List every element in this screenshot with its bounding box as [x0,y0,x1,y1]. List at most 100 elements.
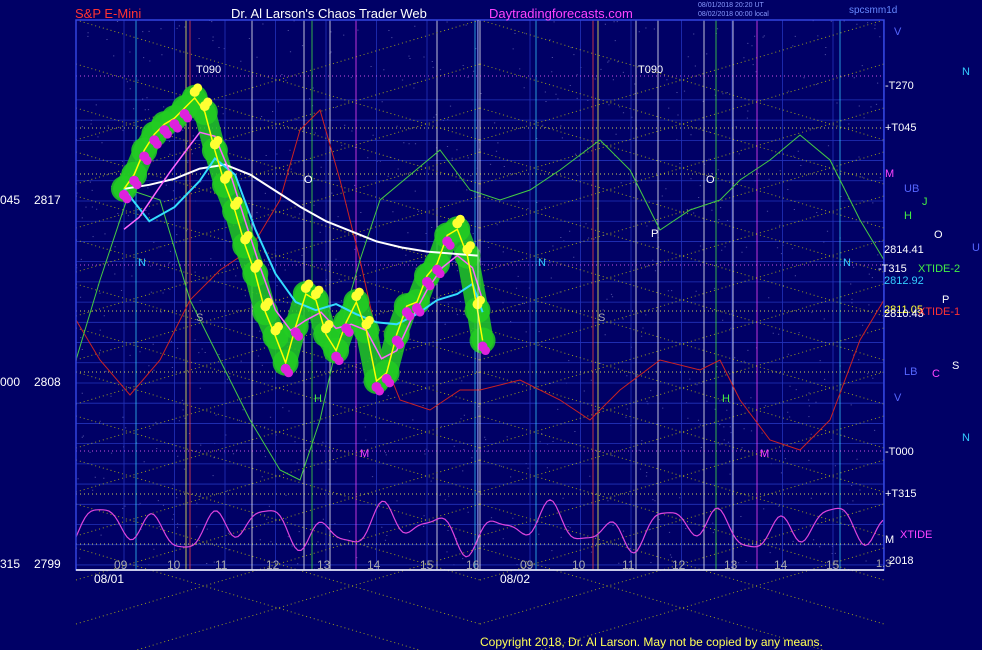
x-hour-13: 13 [317,558,331,572]
slow-average-line [123,163,478,257]
diag-up-1-1 [479,63,885,185]
price-dot [253,259,263,269]
timestamp-1: 08/01/2018 20:20 UT [698,2,764,9]
price-dot [183,113,193,123]
right-v-top: V [894,26,902,38]
right-s: S [952,360,960,372]
right-xtide1: XTIDE-1 [918,306,961,318]
right-year: 2018 [889,555,914,567]
diag-down-1-1 [479,63,885,185]
price-dot [435,269,445,279]
x-hour-09: 09 [114,558,128,572]
price-dot [263,297,273,307]
marker-h2: H [722,393,730,405]
price-dot [385,378,395,388]
diag-up-4-1 [479,195,885,317]
x-hour-16: 16 [466,558,480,572]
copyright: Copyright 2018, Dr. Al Larson. May not b… [480,635,823,649]
x-hour-15: 15 [420,558,434,572]
x-hour-15-day2: 15 [826,558,840,572]
price-dot [455,214,465,224]
price-dot [375,386,384,396]
x-date-day1: 08/01 [94,572,125,586]
diag-up-3-1 [479,151,885,273]
marker-s2: S [598,312,606,324]
right-j: J [922,196,928,208]
price-dot [481,346,491,356]
marker-p1: P [651,228,659,240]
right-m-low: M [885,534,895,546]
price-dot [445,240,455,250]
y-angle-045: 045 [0,193,21,207]
right-v-low: V [894,392,902,404]
price-dot [152,139,162,149]
price-dot [223,170,233,180]
x-hour-14: 14 [367,558,381,572]
price-dot [294,331,304,341]
vertical-time-lines [135,20,841,570]
right-u: U [972,242,980,254]
right-t315: -T315 [878,263,907,275]
y-price-2808: 2808 [34,375,61,389]
price-dot [284,368,294,378]
marker-n3: N [843,257,851,269]
marker-m2: M [760,448,770,460]
price-dot [344,327,354,337]
price-dot [405,311,415,321]
right-lb: LB [904,366,918,378]
price-dot [233,196,243,206]
chart-canvas [75,19,885,650]
diag-down-0-1 [479,19,885,141]
marker-o2: O [706,174,715,186]
right-h: H [904,210,912,222]
price-dot [213,135,223,145]
price-dot [243,230,253,240]
diag-down-3-1 [479,151,885,273]
marker-s1: S [196,312,204,324]
marker-o1: O [304,174,313,186]
price-dot [132,180,142,190]
marker-h1: H [314,393,322,405]
file-label: spcsmm1d [849,5,898,16]
diag-up-2-1 [479,107,885,229]
price-dot [304,279,314,289]
x-date-day2: 08/02 [500,572,531,586]
site-link[interactable]: Daytradingforecasts.com [489,7,633,20]
marker-t090-day2: T090 [638,64,664,76]
x-hour-12: 12 [266,558,280,572]
price-dot [395,339,405,349]
x-hour-09-day2: 09 [520,558,534,572]
right-t315b: +T315 [885,488,917,500]
right-n-low: N [962,432,970,444]
diag-down-7-1 [479,327,885,449]
x-hour-11: 11 [215,558,228,572]
diag-down-4-1 [479,195,885,317]
y-angle-000: 000 [0,375,21,389]
y-price-2799: 2799 [34,557,61,571]
x-hour-10-day2: 10 [572,558,586,572]
price-dot [122,194,132,204]
y-price-2817: 2817 [34,193,61,207]
marker-m1: M [360,448,370,460]
marker-t090-day1: T090 [196,64,222,76]
price-dot [364,315,374,325]
price-dot [354,287,364,297]
right-price-2: 2812.92 [884,275,924,287]
price-dot [173,123,182,133]
marker-n1: N [138,257,146,269]
right-m: M [885,168,895,180]
price-dot [314,285,324,295]
price-dot [162,129,172,139]
symbol-label: S&P E-Mini [75,6,142,21]
diag-up-7-1 [479,327,885,449]
right-price-1: 2814.41 [884,244,924,256]
diag-up-0-1 [479,19,885,141]
price-dot [203,97,213,107]
right-t270: -T270 [885,80,914,92]
right-ub: UB [904,183,920,195]
price-dot [334,356,344,366]
timestamp-2: 08/02/2018 00:00 local [698,11,769,18]
right-o: O [934,229,943,241]
x-hour-12-day2: 12 [672,558,686,572]
x-hour-13-day2: 13 [724,558,738,572]
